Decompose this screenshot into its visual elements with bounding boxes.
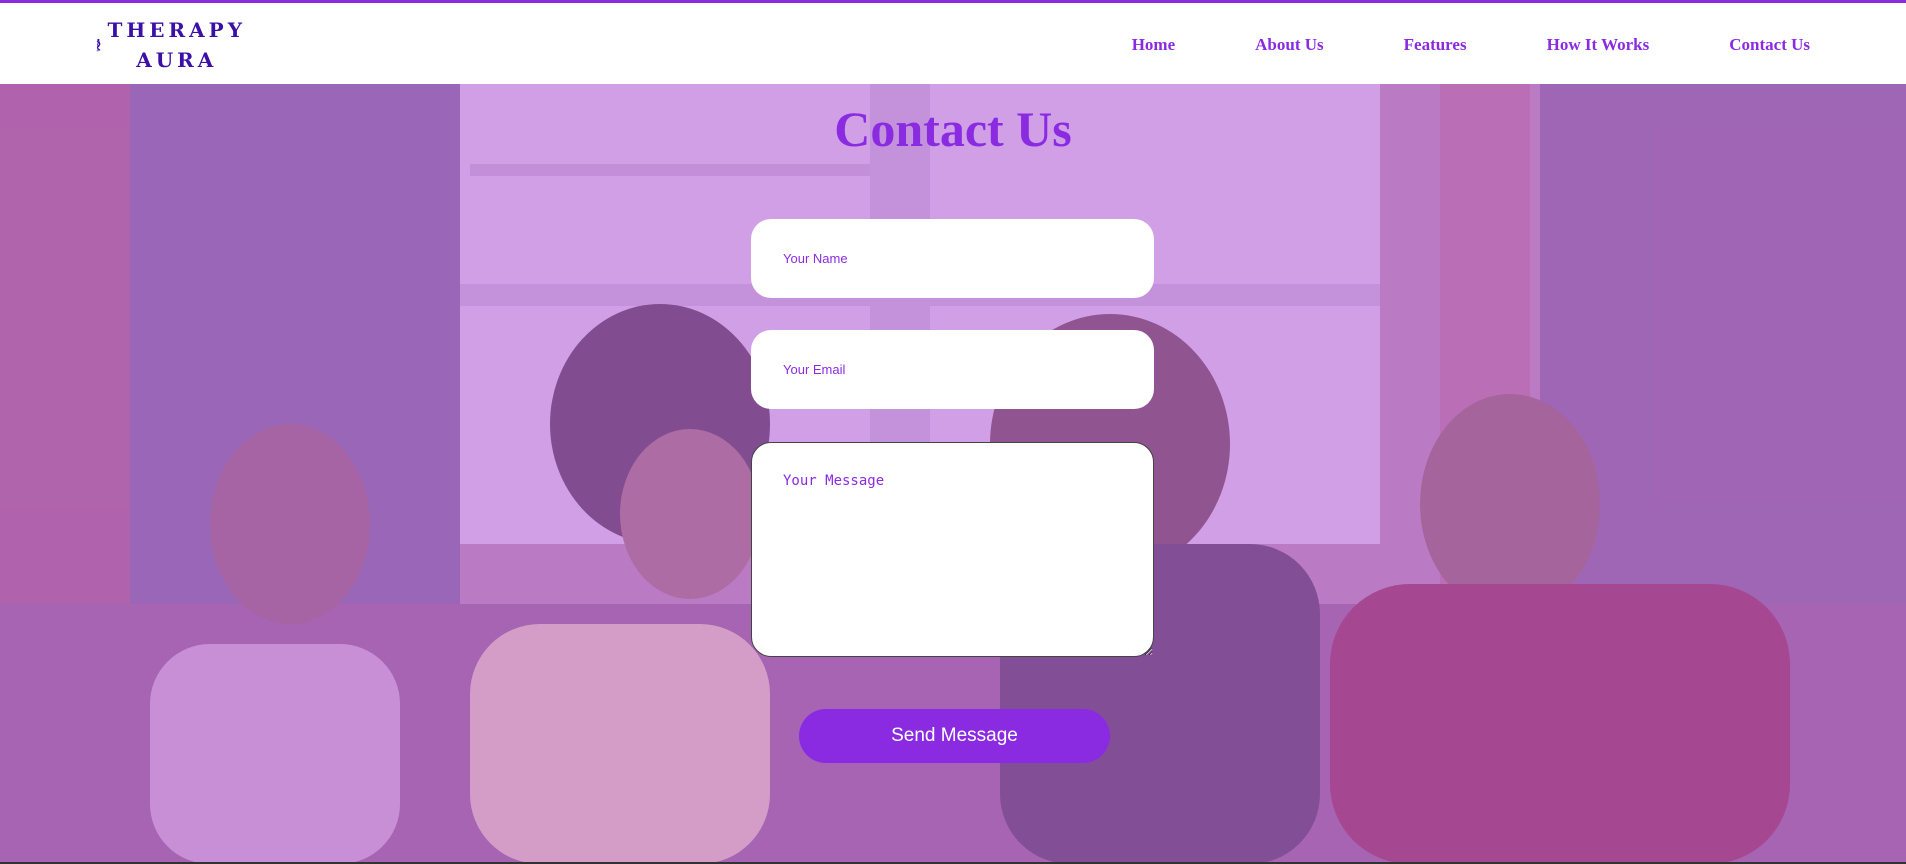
- nav-how-it-works[interactable]: How It Works: [1547, 35, 1650, 55]
- email-field[interactable]: [751, 330, 1154, 409]
- nav-features[interactable]: Features: [1404, 35, 1467, 55]
- main-nav: Home About Us Features How It Works Cont…: [1132, 3, 1810, 87]
- contact-title: Contact Us: [834, 101, 1072, 157]
- nav-home[interactable]: Home: [1132, 35, 1175, 55]
- brand-logo[interactable]: THERAPY AURA: [96, 7, 246, 83]
- nav-about-us[interactable]: About Us: [1255, 35, 1324, 55]
- brand-name: THERAPY AURA: [108, 15, 246, 75]
- ribbon-stethoscope-icon: [96, 38, 101, 52]
- contact-section: Contact Us Send Message: [0, 84, 1906, 864]
- message-field[interactable]: [751, 442, 1154, 657]
- send-message-button[interactable]: Send Message: [799, 709, 1110, 763]
- name-field[interactable]: [751, 219, 1154, 298]
- nav-contact-us[interactable]: Contact Us: [1729, 35, 1810, 55]
- site-header: THERAPY AURA Home About Us Features How …: [0, 0, 1906, 84]
- brand-name-line2: AURA: [136, 48, 218, 72]
- brand-name-line1: THERAPY: [107, 18, 246, 42]
